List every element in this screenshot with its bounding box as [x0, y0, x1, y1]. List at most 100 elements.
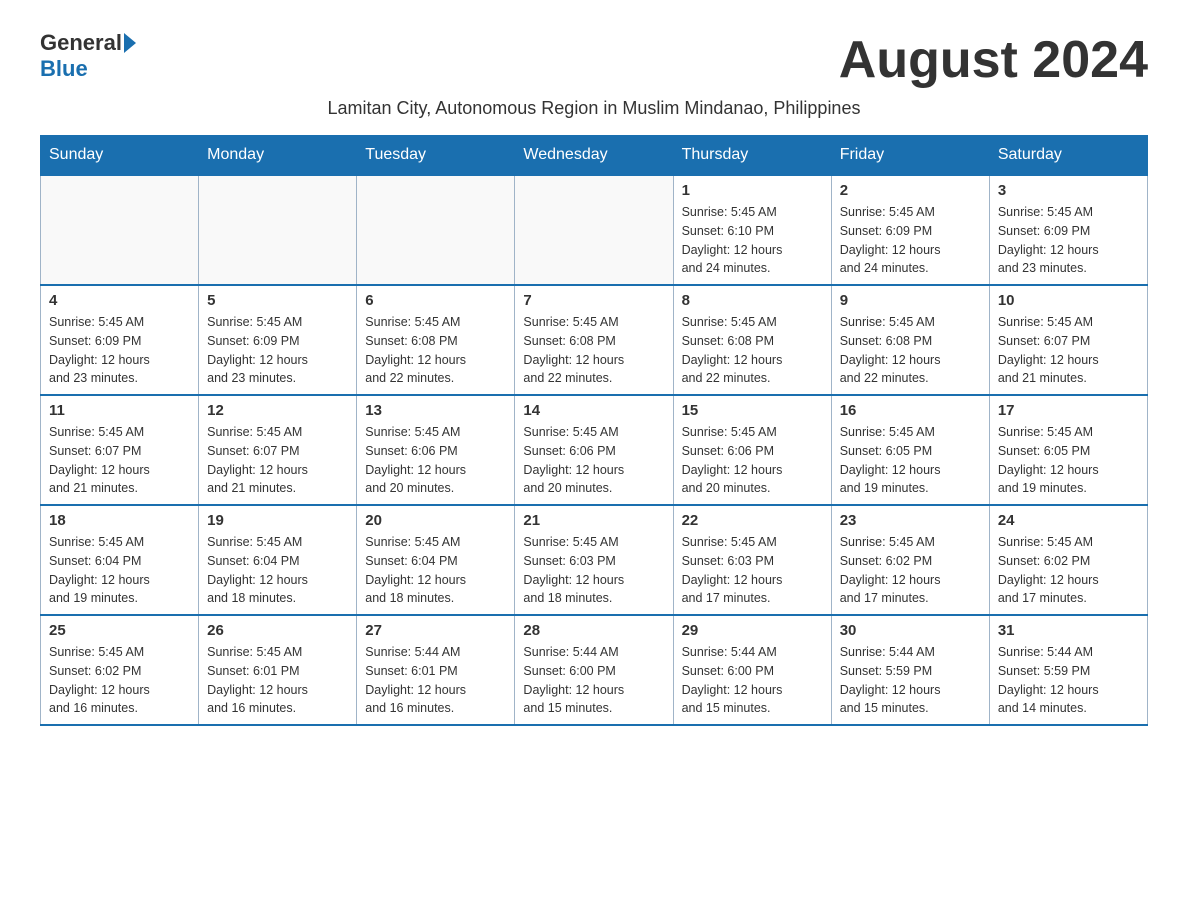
calendar-cell: 9 Sunrise: 5:45 AM Sunset: 6:08 PM Daylig… [831, 285, 989, 395]
day-info: Sunrise: 5:45 AM Sunset: 6:04 PM Dayligh… [207, 533, 348, 608]
day-number: 21 [523, 512, 664, 529]
calendar-cell: 25 Sunrise: 5:45 AM Sunset: 6:02 PM Dayli… [41, 615, 199, 725]
calendar-week-row: 1 Sunrise: 5:45 AM Sunset: 6:10 PM Daylig… [41, 175, 1148, 285]
day-info: Sunrise: 5:45 AM Sunset: 6:09 PM Dayligh… [840, 203, 981, 278]
day-number: 8 [682, 292, 823, 309]
day-number: 10 [998, 292, 1139, 309]
weekday-header-sunday: Sunday [41, 136, 199, 176]
day-info: Sunrise: 5:44 AM Sunset: 6:01 PM Dayligh… [365, 643, 506, 718]
calendar-cell: 16 Sunrise: 5:45 AM Sunset: 6:05 PM Dayli… [831, 395, 989, 505]
day-number: 17 [998, 402, 1139, 419]
day-info: Sunrise: 5:45 AM Sunset: 6:08 PM Dayligh… [840, 313, 981, 388]
logo: General Blue [40, 30, 136, 82]
day-info: Sunrise: 5:45 AM Sunset: 6:10 PM Dayligh… [682, 203, 823, 278]
calendar-cell: 7Sunrise: 5:45 AM Sunset: 6:08 PM Daylig… [515, 285, 673, 395]
calendar-cell: 1 Sunrise: 5:45 AM Sunset: 6:10 PM Daylig… [673, 175, 831, 285]
day-info: Sunrise: 5:44 AM Sunset: 6:00 PM Dayligh… [523, 643, 664, 718]
day-number: 30 [840, 622, 981, 639]
calendar-table: SundayMondayTuesdayWednesdayThursdayFrid… [40, 135, 1148, 726]
day-number: 11 [49, 402, 190, 419]
day-info: Sunrise: 5:45 AM Sunset: 6:03 PM Dayligh… [523, 533, 664, 608]
day-info: Sunrise: 5:44 AM Sunset: 5:59 PM Dayligh… [840, 643, 981, 718]
calendar-cell: 27 Sunrise: 5:44 AM Sunset: 6:01 PM Dayli… [357, 615, 515, 725]
month-title: August 2024 [839, 30, 1148, 90]
logo-general-text: General [40, 30, 122, 56]
day-number: 19 [207, 512, 348, 529]
calendar-cell: 18 Sunrise: 5:45 AM Sunset: 6:04 PM Dayli… [41, 505, 199, 615]
day-info: Sunrise: 5:45 AM Sunset: 6:09 PM Dayligh… [49, 313, 190, 388]
calendar-cell: 20Sunrise: 5:45 AM Sunset: 6:04 PM Dayli… [357, 505, 515, 615]
day-info: Sunrise: 5:45 AM Sunset: 6:02 PM Dayligh… [49, 643, 190, 718]
day-info: Sunrise: 5:45 AM Sunset: 6:05 PM Dayligh… [840, 423, 981, 498]
calendar-cell: 17 Sunrise: 5:45 AM Sunset: 6:05 PM Dayli… [989, 395, 1147, 505]
calendar-week-row: 11 Sunrise: 5:45 AM Sunset: 6:07 PM Dayli… [41, 395, 1148, 505]
day-number: 27 [365, 622, 506, 639]
day-info: Sunrise: 5:45 AM Sunset: 6:08 PM Dayligh… [523, 313, 664, 388]
day-number: 18 [49, 512, 190, 529]
day-number: 5 [207, 292, 348, 309]
day-number: 22 [682, 512, 823, 529]
calendar-cell: 23Sunrise: 5:45 AM Sunset: 6:02 PM Dayli… [831, 505, 989, 615]
calendar-cell [41, 175, 199, 285]
calendar-cell: 3 Sunrise: 5:45 AM Sunset: 6:09 PM Daylig… [989, 175, 1147, 285]
day-info: Sunrise: 5:45 AM Sunset: 6:06 PM Dayligh… [523, 423, 664, 498]
calendar-cell: 2 Sunrise: 5:45 AM Sunset: 6:09 PM Daylig… [831, 175, 989, 285]
day-number: 3 [998, 182, 1139, 199]
day-info: Sunrise: 5:45 AM Sunset: 6:02 PM Dayligh… [998, 533, 1139, 608]
calendar-cell: 8Sunrise: 5:45 AM Sunset: 6:08 PM Daylig… [673, 285, 831, 395]
calendar-cell: 5 Sunrise: 5:45 AM Sunset: 6:09 PM Daylig… [199, 285, 357, 395]
logo-triangle-icon [124, 33, 136, 53]
calendar-cell: 10Sunrise: 5:45 AM Sunset: 6:07 PM Dayli… [989, 285, 1147, 395]
calendar-cell: 15 Sunrise: 5:45 AM Sunset: 6:06 PM Dayli… [673, 395, 831, 505]
day-info: Sunrise: 5:44 AM Sunset: 5:59 PM Dayligh… [998, 643, 1139, 718]
weekday-header-tuesday: Tuesday [357, 136, 515, 176]
day-info: Sunrise: 5:45 AM Sunset: 6:09 PM Dayligh… [998, 203, 1139, 278]
calendar-cell: 4Sunrise: 5:45 AM Sunset: 6:09 PM Daylig… [41, 285, 199, 395]
day-info: Sunrise: 5:45 AM Sunset: 6:05 PM Dayligh… [998, 423, 1139, 498]
day-number: 29 [682, 622, 823, 639]
day-info: Sunrise: 5:45 AM Sunset: 6:04 PM Dayligh… [49, 533, 190, 608]
calendar-cell: 28 Sunrise: 5:44 AM Sunset: 6:00 PM Dayli… [515, 615, 673, 725]
day-number: 13 [365, 402, 506, 419]
day-number: 26 [207, 622, 348, 639]
calendar-week-row: 18 Sunrise: 5:45 AM Sunset: 6:04 PM Dayli… [41, 505, 1148, 615]
calendar-cell [357, 175, 515, 285]
day-info: Sunrise: 5:45 AM Sunset: 6:06 PM Dayligh… [365, 423, 506, 498]
calendar-cell: 11 Sunrise: 5:45 AM Sunset: 6:07 PM Dayli… [41, 395, 199, 505]
calendar-subtitle: Lamitan City, Autonomous Region in Musli… [40, 98, 1148, 119]
calendar-cell: 29Sunrise: 5:44 AM Sunset: 6:00 PM Dayli… [673, 615, 831, 725]
calendar-week-row: 25 Sunrise: 5:45 AM Sunset: 6:02 PM Dayli… [41, 615, 1148, 725]
day-number: 25 [49, 622, 190, 639]
day-number: 2 [840, 182, 981, 199]
day-number: 12 [207, 402, 348, 419]
calendar-cell: 30 Sunrise: 5:44 AM Sunset: 5:59 PM Dayli… [831, 615, 989, 725]
day-info: Sunrise: 5:45 AM Sunset: 6:04 PM Dayligh… [365, 533, 506, 608]
calendar-cell [199, 175, 357, 285]
day-info: Sunrise: 5:45 AM Sunset: 6:06 PM Dayligh… [682, 423, 823, 498]
weekday-header-thursday: Thursday [673, 136, 831, 176]
day-info: Sunrise: 5:45 AM Sunset: 6:07 PM Dayligh… [49, 423, 190, 498]
weekday-header-monday: Monday [199, 136, 357, 176]
calendar-cell: 6 Sunrise: 5:45 AM Sunset: 6:08 PM Daylig… [357, 285, 515, 395]
day-info: Sunrise: 5:45 AM Sunset: 6:09 PM Dayligh… [207, 313, 348, 388]
day-number: 24 [998, 512, 1139, 529]
calendar-cell: 21 Sunrise: 5:45 AM Sunset: 6:03 PM Dayli… [515, 505, 673, 615]
day-number: 31 [998, 622, 1139, 639]
weekday-header-row: SundayMondayTuesdayWednesdayThursdayFrid… [41, 136, 1148, 176]
calendar-cell: 24 Sunrise: 5:45 AM Sunset: 6:02 PM Dayli… [989, 505, 1147, 615]
day-number: 6 [365, 292, 506, 309]
calendar-cell: 26Sunrise: 5:45 AM Sunset: 6:01 PM Dayli… [199, 615, 357, 725]
weekday-header-saturday: Saturday [989, 136, 1147, 176]
day-number: 15 [682, 402, 823, 419]
logo-blue-text: Blue [40, 56, 88, 81]
day-number: 28 [523, 622, 664, 639]
day-number: 1 [682, 182, 823, 199]
day-number: 9 [840, 292, 981, 309]
calendar-cell [515, 175, 673, 285]
day-number: 16 [840, 402, 981, 419]
day-info: Sunrise: 5:45 AM Sunset: 6:07 PM Dayligh… [207, 423, 348, 498]
day-info: Sunrise: 5:45 AM Sunset: 6:08 PM Dayligh… [365, 313, 506, 388]
calendar-week-row: 4Sunrise: 5:45 AM Sunset: 6:09 PM Daylig… [41, 285, 1148, 395]
weekday-header-wednesday: Wednesday [515, 136, 673, 176]
day-number: 23 [840, 512, 981, 529]
